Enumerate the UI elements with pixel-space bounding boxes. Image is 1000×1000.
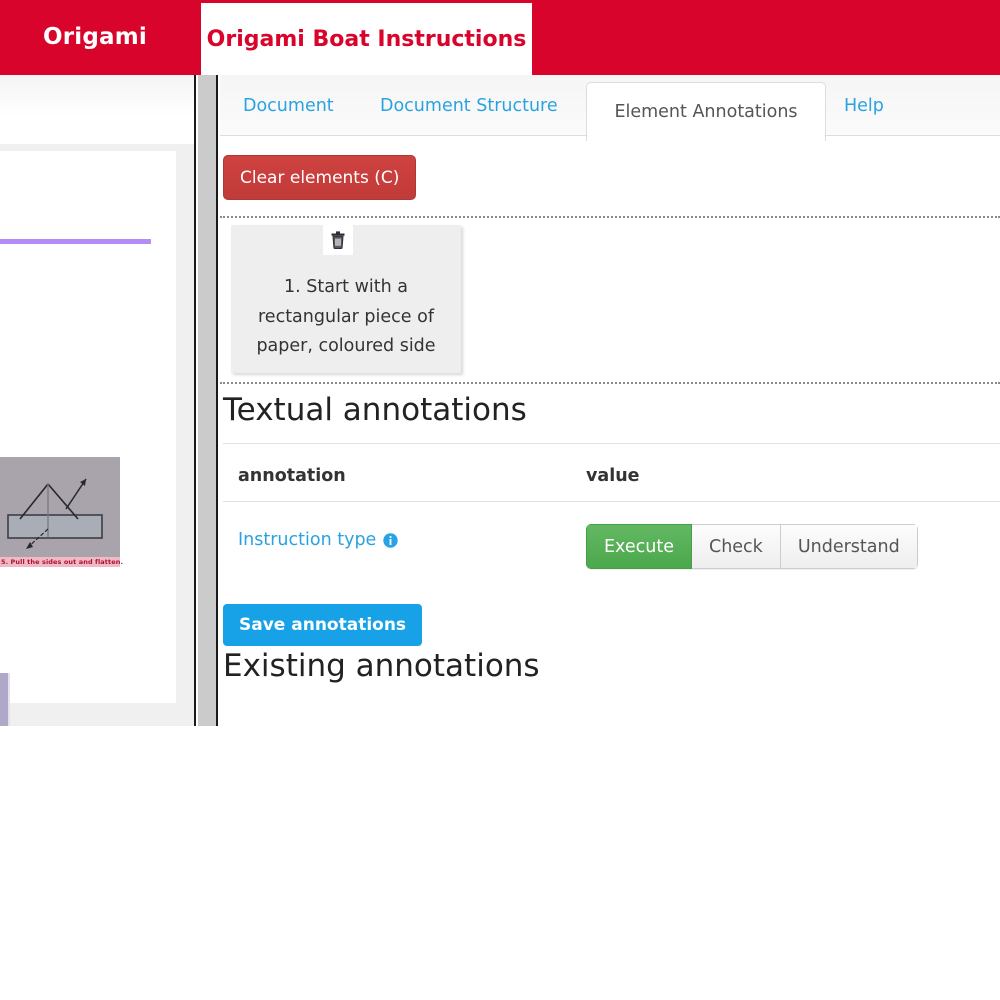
highlight-block bbox=[0, 673, 10, 726]
tab-document-structure[interactable]: Document Structure bbox=[380, 75, 558, 136]
column-header-value: value bbox=[586, 466, 640, 486]
document-tab-label: Origami Boat Instructions bbox=[206, 26, 527, 52]
figure-caption: 5. Pull the sides out and flatten. bbox=[0, 557, 124, 567]
top-navbar: Origami Origami Boat Instructions bbox=[0, 0, 1000, 75]
annotation-pane: Document Document Structure Element Anno… bbox=[220, 75, 1000, 726]
trash-icon[interactable] bbox=[323, 225, 353, 255]
textual-annotations-heading: Textual annotations bbox=[223, 392, 527, 428]
document-preview-pane[interactable]: 5. Pull the sides out and flatten. bbox=[0, 75, 196, 726]
option-check[interactable]: Check bbox=[691, 524, 781, 569]
column-header-annotation: annotation bbox=[238, 466, 346, 486]
option-understand[interactable]: Understand bbox=[780, 524, 918, 569]
table-row: Instruction type Execute Check Understan… bbox=[223, 502, 1000, 582]
application-window: Origami Origami Boat Instructions 5. Pul… bbox=[0, 0, 1000, 726]
tab-document[interactable]: Document bbox=[243, 75, 334, 136]
textual-annotations-table: annotation value Instruction type Execut… bbox=[223, 443, 1000, 582]
selected-element-card[interactable]: 1. Start with a rectangular piece of pap… bbox=[231, 225, 461, 373]
document-sheet: 5. Pull the sides out and flatten. bbox=[0, 151, 176, 726]
tab-element-annotations[interactable]: Element Annotations bbox=[586, 82, 826, 141]
selected-elements-dropzone[interactable]: 1. Start with a rectangular piece of pap… bbox=[220, 216, 1000, 384]
tab-help[interactable]: Help bbox=[844, 75, 884, 136]
document-tab-origami-boat-instructions[interactable]: Origami Boat Instructions bbox=[201, 3, 532, 75]
info-circle-icon[interactable] bbox=[383, 532, 399, 548]
document-preview-toolbar bbox=[0, 75, 194, 144]
table-header-row: annotation value bbox=[223, 443, 1000, 502]
annotation-label-text: Instruction type bbox=[238, 530, 377, 550]
brand-logo[interactable]: Origami bbox=[43, 24, 147, 50]
existing-annotations-heading: Existing annotations bbox=[223, 648, 540, 684]
annotation-label-instruction-type[interactable]: Instruction type bbox=[238, 530, 399, 550]
annotation-tabstrip: Document Document Structure Element Anno… bbox=[220, 75, 1000, 141]
origami-fold-diagram-icon bbox=[0, 457, 120, 557]
clear-elements-button[interactable]: Clear elements (C) bbox=[223, 155, 417, 200]
save-annotations-button[interactable]: Save annotations bbox=[223, 604, 423, 646]
pane-splitter-scrollbar[interactable] bbox=[198, 75, 218, 726]
instruction-type-button-group[interactable]: Execute Check Understand bbox=[586, 524, 918, 569]
selected-element-text: 1. Start with a rectangular piece of pap… bbox=[256, 277, 436, 356]
option-execute[interactable]: Execute bbox=[586, 524, 692, 569]
highlight-line bbox=[0, 239, 151, 244]
